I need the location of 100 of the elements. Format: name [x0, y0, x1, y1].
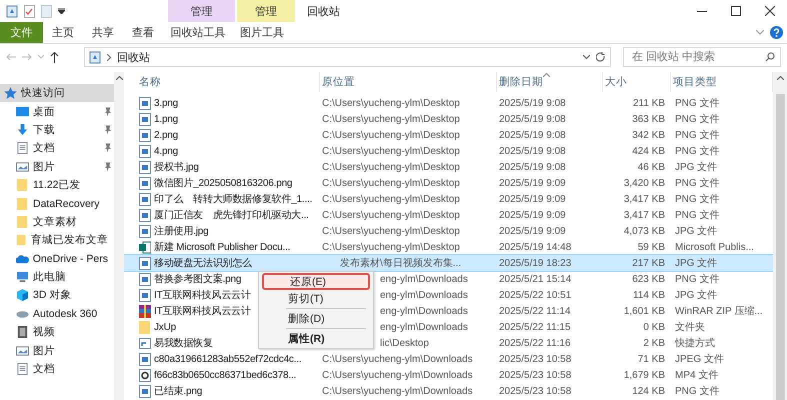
sidebar-item[interactable]: 11.22已发: [0, 176, 114, 194]
ribbon-tab[interactable]: 回收站工具: [163, 22, 233, 43]
pin-icon[interactable]: [104, 162, 112, 172]
sidebar-item[interactable]: 3D 对象: [0, 286, 114, 305]
file-name[interactable]: 4.png: [154, 146, 178, 156]
menu-item[interactable]: 删除(D): [262, 310, 370, 327]
pin-icon[interactable]: [104, 143, 112, 154]
size-cell-text: 211 KB: [632, 98, 666, 108]
menu-item[interactable]: 属性(R): [262, 330, 370, 347]
sidebar-item[interactable]: 文章素材: [0, 212, 114, 232]
document-icon: [16, 142, 29, 154]
help-icon[interactable]: [770, 26, 783, 39]
date-cell-text: 2025/5/22 11:16: [498, 338, 572, 348]
sidebar-item[interactable]: 此电脑: [0, 268, 114, 286]
location-cell-text: C:\Users\yucheng-ylm\Desktop: [321, 242, 461, 252]
sidebar-item[interactable]: 图片: [0, 158, 114, 176]
sidebar-item[interactable]: Autodesk 360: [0, 304, 114, 324]
file-name[interactable]: 注册使用.jpg: [154, 224, 209, 238]
column-header[interactable]: 原位置: [320, 72, 497, 92]
refresh-icon[interactable]: [596, 52, 606, 62]
type-cell-text: JPG 文件: [674, 160, 718, 174]
image-file-icon: [139, 208, 151, 222]
date-cell-text: 2025/5/19 9:08: [498, 114, 567, 124]
close-icon: [765, 6, 775, 16]
size-cell-text: 124 KB: [631, 386, 666, 396]
location-cell-text: C:\Users\yucheng-ylm\Desktop: [321, 162, 461, 172]
sidebar-item[interactable]: 视频: [0, 323, 114, 342]
folder-icon: [139, 320, 151, 334]
file-name[interactable]: 替换参考图文案.png: [154, 272, 242, 286]
date-cell-text: 2025/5/19 9:08: [498, 130, 567, 140]
folder-icon: [16, 216, 29, 228]
sidebar-item[interactable]: OneDrive - Pers: [0, 250, 114, 268]
file-name[interactable]: IT互联网科技风云云计: [154, 304, 251, 318]
location-cell-text: eng-ylm\Downloads: [379, 290, 469, 300]
file-name[interactable]: 授权书.jpg: [154, 160, 199, 174]
column-header[interactable]: 删除日期: [497, 72, 603, 92]
scroll-up-icon[interactable]: [776, 76, 784, 80]
date-cell-text: 2025/5/19 14:48: [498, 242, 572, 252]
file-name[interactable]: 易我数据恢复: [154, 336, 213, 350]
ribbon-tab[interactable]: 主页: [43, 22, 83, 43]
chevron-down-icon[interactable]: [583, 54, 590, 60]
location-cell-text: C:\Users\yucheng-ylm\Desktop: [321, 178, 461, 188]
menu-item[interactable]: 还原(E): [262, 273, 370, 290]
sidebar-item[interactable]: 文档: [0, 139, 114, 158]
type-cell-text: MP4 文件: [674, 368, 720, 382]
properties-icon[interactable]: [24, 4, 35, 18]
recycle-bin-icon: [89, 50, 101, 64]
address-bar[interactable]: 回收站: [84, 47, 611, 67]
sidebar-item[interactable]: 图片: [0, 341, 114, 360]
sidebar-item[interactable]: 育城已发布文章: [0, 231, 114, 250]
scrollbar-thumb[interactable]: [776, 94, 784, 400]
type-cell-text: JPG 文件: [674, 256, 718, 270]
sidebar-item[interactable]: 文档: [0, 360, 114, 378]
search-field[interactable]: 在 回收站 中搜索: [623, 47, 781, 67]
address-path[interactable]: 回收站: [117, 50, 150, 64]
date-cell-text: 2025/5/22 11:15: [498, 322, 572, 332]
file-name[interactable]: 印了么 转转大师数据修复软件_1....: [154, 192, 312, 206]
download-icon: [16, 124, 29, 136]
ribbon-tab[interactable]: 查看: [123, 22, 163, 43]
date-cell-text: 2025/5/23 10:58: [498, 386, 572, 396]
file-menu-button[interactable]: 文件: [0, 22, 43, 43]
file-name[interactable]: f66c83b0650cc86371bed6c378...: [154, 370, 296, 380]
file-name[interactable]: 1.png: [154, 114, 178, 124]
selected-file-row[interactable]: 移动硬盘无法识别怎么 发布素材\每日视频发布集... 2025/5/19 18:23 217 KB JPG 文件: [124, 255, 773, 271]
scroll-up-icon[interactable]: [116, 76, 122, 80]
file-name[interactable]: 移动硬盘无法识别怎么: [154, 256, 252, 270]
sidebar-item[interactable]: 快速访问: [0, 84, 114, 102]
dropdown-icon[interactable]: [58, 8, 65, 14]
up-arrow-icon[interactable]: [50, 52, 59, 62]
location-cell-text: C:\Users\yucheng-ylm\Downloads: [321, 386, 474, 396]
ribbon-tab[interactable]: 图片工具: [233, 22, 291, 43]
sidebar-item[interactable]: 下载: [0, 120, 114, 140]
column-header[interactable]: 名称: [124, 72, 320, 92]
type-cell-text: WinRAR ZIP 压缩...: [674, 304, 764, 318]
date-cell-text: 2025/5/23 10:58: [498, 354, 572, 364]
column-header[interactable]: 大小: [603, 72, 671, 92]
file-name[interactable]: 微信图片_20250508163206.png: [154, 176, 292, 190]
file-name[interactable]: 3.png: [154, 98, 178, 108]
size-cell-text: 4,073 KB: [622, 226, 666, 236]
date-cell-text: 2025/5/19 9:09: [498, 210, 567, 220]
location-cell-text: C:\Users\yucheng-ylm\Downloads: [321, 354, 474, 364]
file-name[interactable]: c80a319661283ab552ef72cdc4c...: [154, 354, 302, 364]
sidebar-item[interactable]: DataRecovery: [0, 194, 114, 213]
pin-icon[interactable]: [104, 106, 112, 117]
file-name[interactable]: 新建 Microsoft Publisher Docu...: [154, 240, 290, 254]
ribbon-tab[interactable]: 共享: [83, 22, 123, 43]
image-file-icon: [139, 224, 151, 238]
cube-icon: [16, 289, 29, 302]
sidebar-item[interactable]: 桌面: [0, 102, 114, 121]
recycle-bin-icon[interactable]: [6, 4, 18, 18]
type-cell-text: JPG 文件: [674, 288, 718, 302]
file-name[interactable]: 2.png: [154, 130, 178, 140]
file-name[interactable]: 已结束.png: [154, 384, 202, 398]
image-file-icon: [139, 160, 151, 174]
file-name[interactable]: JxUp: [154, 322, 176, 332]
menu-item[interactable]: 剪切(T): [262, 290, 370, 307]
pin-icon[interactable]: [104, 124, 112, 135]
file-name[interactable]: IT互联网科技风云云计: [154, 288, 251, 302]
file-name[interactable]: 厦门正信友 虎先锋打印机驱动大...: [154, 208, 309, 222]
date-cell-text: 2025/5/22 10:51: [498, 290, 572, 300]
